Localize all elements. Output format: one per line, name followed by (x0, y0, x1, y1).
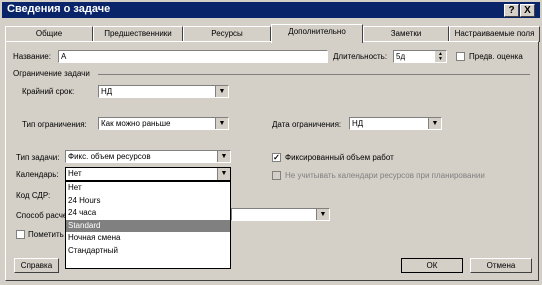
chevron-down-icon[interactable]: ▼ (217, 151, 230, 162)
wbs-label: Код СДР: (16, 191, 51, 200)
close-button[interactable]: X (520, 4, 535, 17)
calendar-value: Нет (68, 169, 82, 178)
cancel-button[interactable]: Отмена (470, 258, 532, 273)
ok-button[interactable]: ОК (401, 258, 463, 273)
constraint-type-label: Тип ограничения: (22, 120, 87, 129)
task-type-value: Фикс. объем ресурсов (68, 152, 151, 161)
task-info-dialog: Сведения о задаче ? X Общие Предшественн… (0, 0, 542, 285)
tab-notes[interactable]: Заметки (363, 26, 449, 42)
calendar-combo[interactable]: Нет ▼ (65, 167, 231, 181)
duration-label: Длительность: (333, 52, 388, 61)
dialog-title: Сведения о задаче (7, 3, 111, 15)
tab-resources[interactable]: Ресурсы (183, 26, 271, 42)
effort-driven-checkbox[interactable]: ✓ (272, 153, 281, 162)
calendar-option[interactable]: Нет (66, 182, 230, 195)
title-bar: Сведения о задаче ? X (2, 2, 540, 18)
task-type-combo[interactable]: Фикс. объем ресурсов ▼ (65, 150, 231, 163)
duration-value: 5д (396, 52, 406, 61)
milestone-checkbox[interactable] (16, 230, 25, 239)
tab-custom-fields[interactable]: Настраиваемые поля (449, 26, 540, 42)
chevron-down-icon[interactable]: ▼ (217, 168, 230, 180)
task-type-label: Тип задачи: (16, 153, 60, 162)
milestone-label: Пометить (28, 230, 64, 239)
constraint-date-value: НД (352, 119, 364, 128)
chevron-down-icon[interactable]: ▼ (316, 209, 329, 220)
tab-strip: Общие Предшественники Ресурсы Дополнител… (5, 24, 540, 43)
constraint-type-combo[interactable]: Как можно раньше ▼ (98, 117, 229, 130)
tab-advanced[interactable]: Дополнительно (271, 24, 363, 43)
ignore-resource-calendars-label: Не учитывать календари ресурсов при план… (285, 171, 485, 180)
help-button[interactable]: Справка (14, 258, 59, 273)
calendar-option[interactable]: 24 часа (66, 207, 230, 220)
help-titlebar-button[interactable]: ? (504, 4, 519, 17)
calendar-label: Календарь: (16, 170, 59, 179)
spin-down-icon[interactable]: ▼ (435, 56, 446, 62)
effort-driven-label: Фиксированный объем работ (285, 153, 394, 162)
calendar-option[interactable]: 24 Hours (66, 195, 230, 208)
deadline-value: НД (101, 87, 113, 96)
tab-predecessors[interactable]: Предшественники (93, 26, 183, 42)
calendar-option-highlighted[interactable]: Standard (66, 219, 230, 233)
duration-spinner[interactable]: 5д ▲ ▼ (393, 50, 447, 63)
chevron-down-icon[interactable]: ▼ (215, 118, 228, 129)
name-label: Название: (13, 52, 51, 61)
calendar-dropdown-list: Нет 24 Hours 24 часа Standard Ночная сме… (65, 181, 231, 269)
ignore-resource-calendars-checkbox[interactable] (272, 171, 281, 180)
deadline-label: Крайний срок: (22, 87, 75, 96)
calendar-option[interactable]: Ночная смена (66, 232, 230, 245)
estimate-label: Предв. оценка (469, 52, 523, 61)
constraint-group-label: Ограничение задачи (13, 69, 90, 78)
tab-general[interactable]: Общие (5, 26, 93, 42)
constraint-type-value: Как можно раньше (101, 119, 171, 128)
constraint-date-combo[interactable]: НД ▼ (349, 117, 442, 130)
estimate-checkbox[interactable] (456, 52, 465, 61)
deadline-combo[interactable]: НД ▼ (98, 85, 229, 98)
constraint-date-label: Дата ограничения: (272, 120, 342, 129)
chevron-down-icon[interactable]: ▼ (215, 86, 228, 97)
group-divider (98, 74, 530, 75)
earned-value-combo[interactable]: ▼ (231, 208, 330, 221)
calendar-option[interactable]: Стандартный (66, 245, 230, 258)
chevron-down-icon[interactable]: ▼ (428, 118, 441, 129)
name-input[interactable]: А (58, 50, 328, 63)
